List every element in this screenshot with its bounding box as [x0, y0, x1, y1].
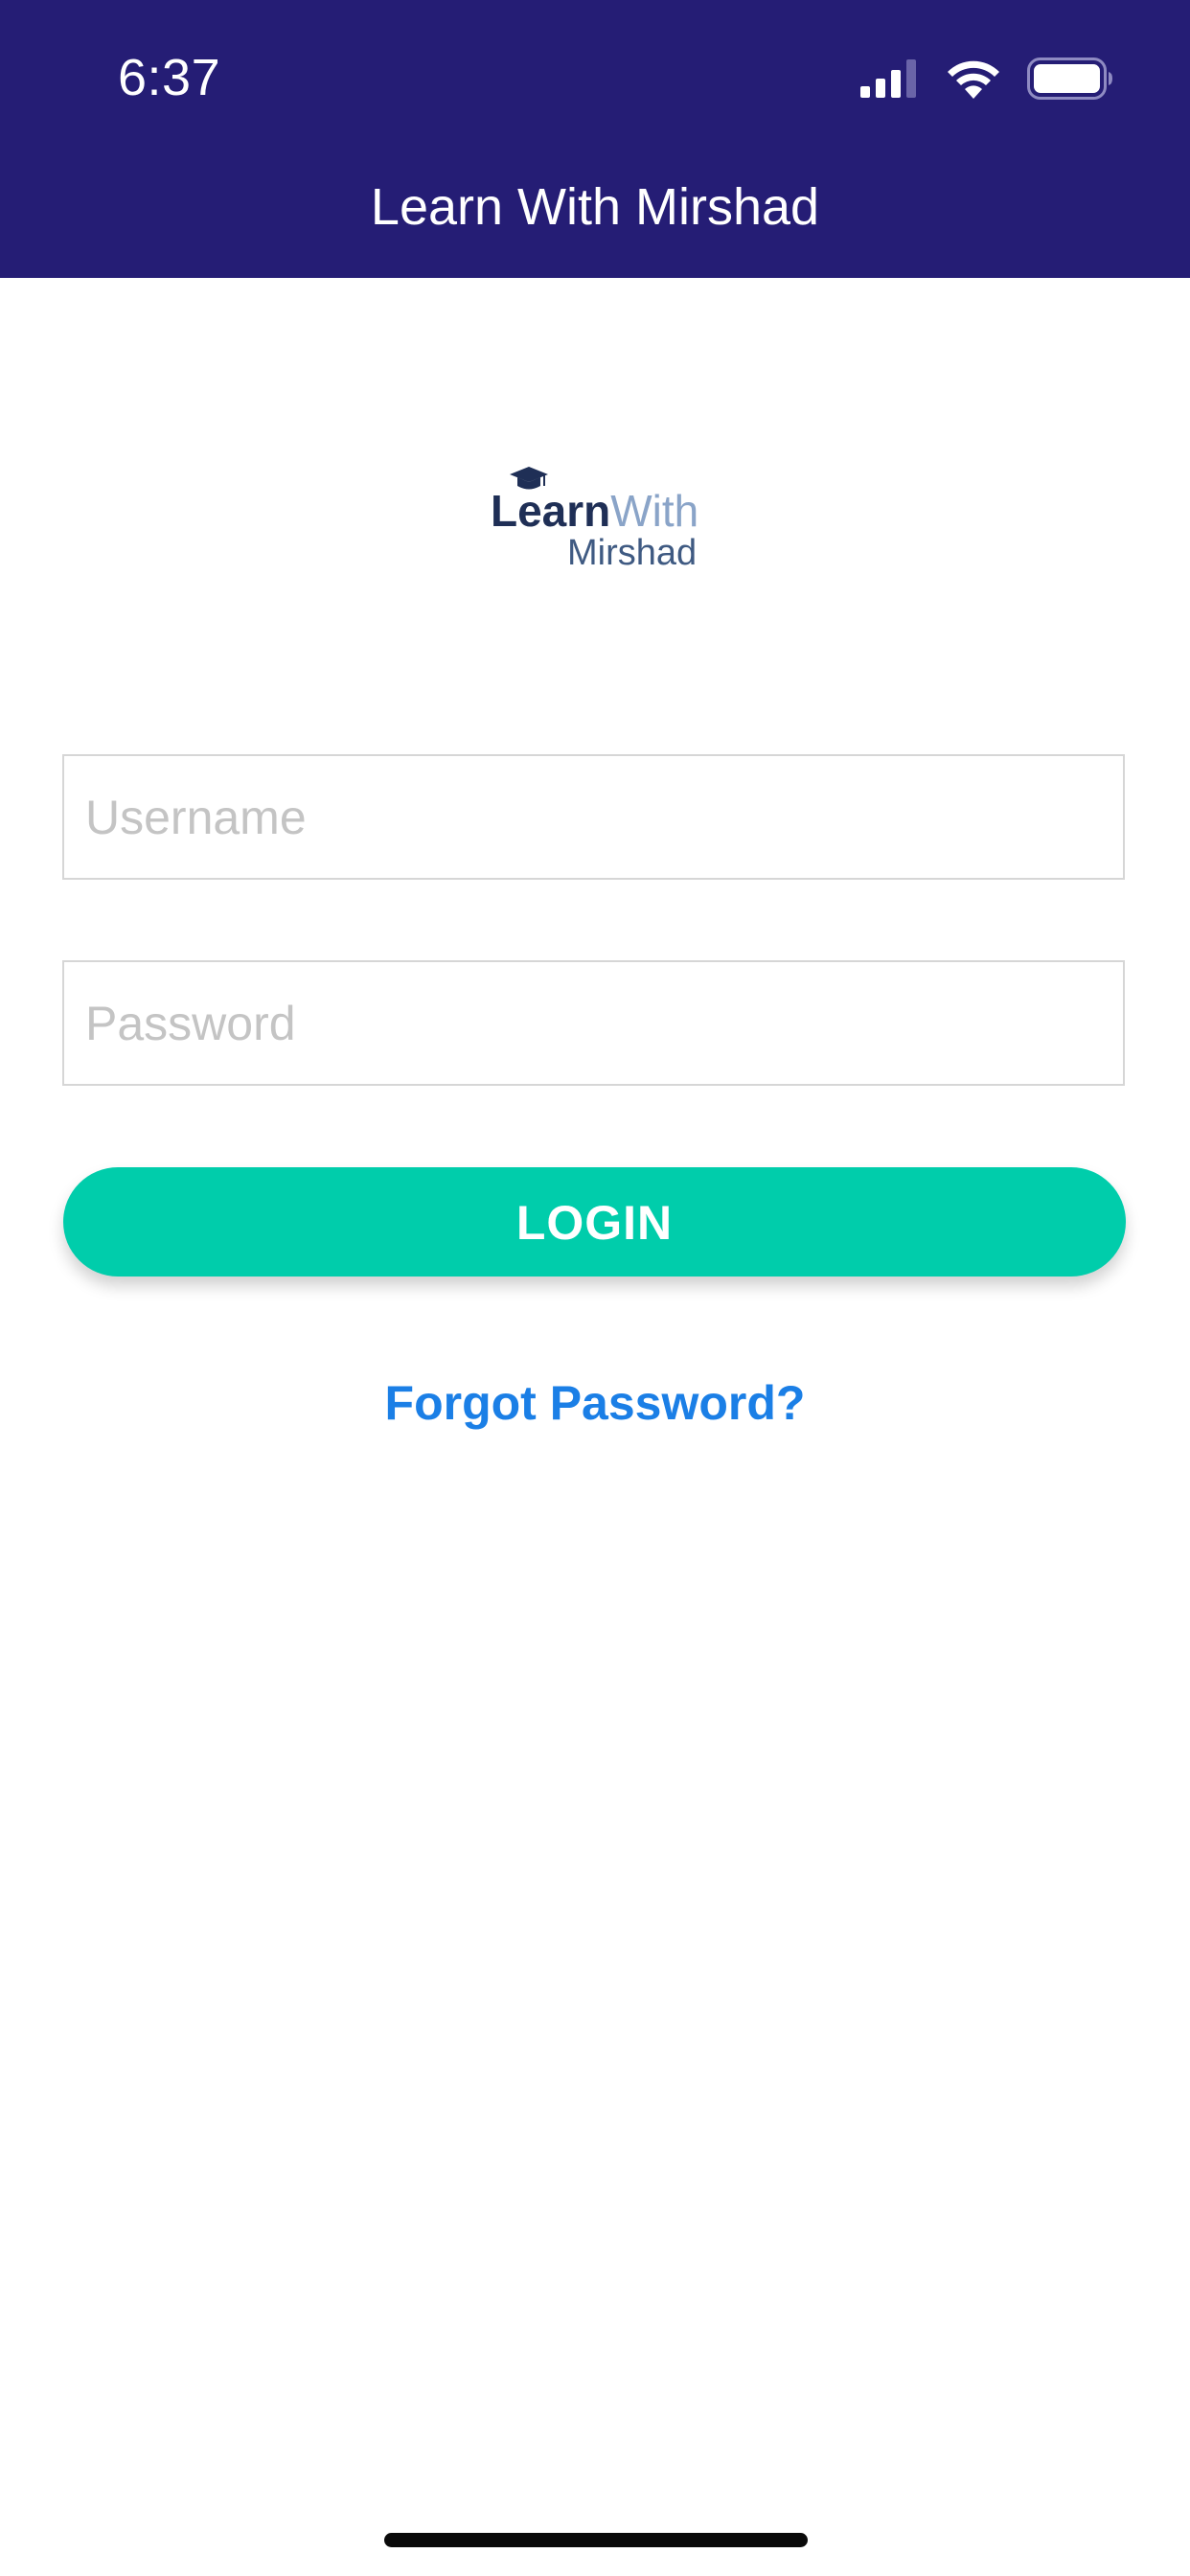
- app-logo: LearnWith Mirshad: [489, 465, 709, 580]
- battery-icon: [1027, 58, 1112, 100]
- logo-wordmark: LearnWith: [491, 484, 698, 538]
- header: 6:37 Learn With Mirshad: [0, 0, 1190, 278]
- wifi-icon: [948, 60, 999, 99]
- logo-mirshad-text: Mirshad: [567, 533, 698, 573]
- signal-icon: [860, 59, 916, 98]
- login-button[interactable]: LOGIN: [63, 1167, 1126, 1276]
- status-time: 6:37: [118, 49, 221, 106]
- username-field: [62, 754, 1125, 880]
- password-input[interactable]: [64, 962, 1123, 1084]
- forgot-password-link[interactable]: Forgot Password?: [0, 1375, 1190, 1431]
- logo-with-text: With: [610, 486, 699, 536]
- home-indicator: [384, 2533, 808, 2547]
- logo-learn-text: Learn: [491, 486, 611, 536]
- nav-title: Learn With Mirshad: [370, 178, 820, 236]
- status-icons: [860, 56, 1113, 102]
- password-field: [62, 960, 1125, 1086]
- username-input[interactable]: [64, 756, 1123, 878]
- login-screen: 6:37 Learn With Mirshad LearnWith Mirsha…: [0, 0, 1190, 2576]
